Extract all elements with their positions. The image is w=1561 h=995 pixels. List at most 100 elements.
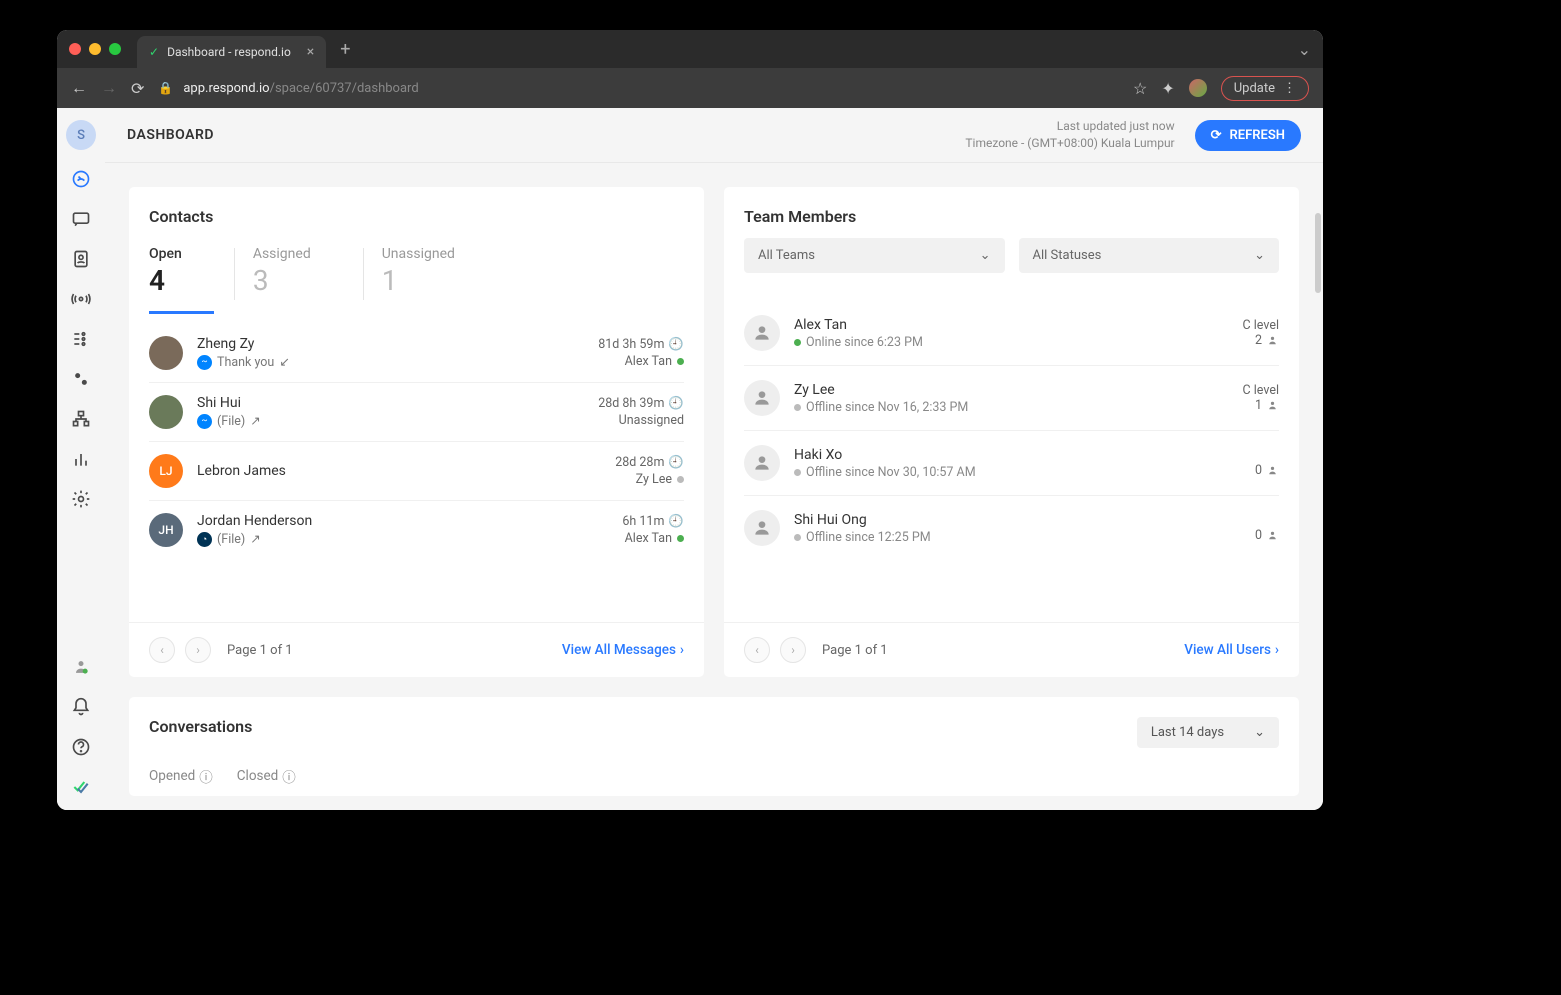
contact-time: 6h 11m🕘 xyxy=(622,514,684,529)
extensions-icon[interactable]: ✦ xyxy=(1161,79,1174,98)
member-row[interactable]: Haki Xo Offline since Nov 30, 10:57 AM 0 xyxy=(744,431,1279,496)
scrollbar[interactable] xyxy=(1315,213,1321,293)
view-all-users-link[interactable]: View All Users › xyxy=(1184,642,1279,658)
browser-update-button[interactable]: Update ⋮ xyxy=(1221,76,1309,101)
pager-next[interactable]: › xyxy=(185,637,211,663)
date-filter[interactable]: Last 14 days ⌄ xyxy=(1137,717,1279,748)
refresh-label: REFRESH xyxy=(1230,128,1285,143)
contact-assignee: Alex Tan xyxy=(622,531,684,546)
member-avatar xyxy=(744,445,780,481)
sidebar-item-org[interactable] xyxy=(70,408,92,430)
page-title: DASHBOARD xyxy=(127,127,214,143)
contacts-title: Contacts xyxy=(129,207,704,226)
sidebar-item-workflows[interactable] xyxy=(70,328,92,350)
team-filters: All Teams ⌄ All Statuses ⌄ xyxy=(724,238,1299,283)
nav-reload-icon[interactable]: ⟳ xyxy=(131,79,144,98)
sidebar-item-messages[interactable] xyxy=(70,208,92,230)
member-status: Offline since 12:25 PM xyxy=(794,530,1255,545)
member-row[interactable]: Alex Tan Online since 6:23 PM C level 2 xyxy=(744,301,1279,366)
contact-message: ~(File)↗ xyxy=(197,413,598,429)
contact-avatar: JH xyxy=(149,513,183,547)
tab-unassigned[interactable]: Unassigned 1 xyxy=(382,238,487,314)
contacts-pager: Page 1 of 1 xyxy=(227,643,293,658)
view-all-messages-link[interactable]: View All Messages › xyxy=(562,642,684,658)
sidebar: S xyxy=(57,108,105,810)
url-bar[interactable]: 🔒 app.respond.io/space/60737/dashboard xyxy=(158,81,1119,96)
sidebar-item-broadcast[interactable] xyxy=(70,288,92,310)
sidebar-item-notifications[interactable] xyxy=(70,696,92,718)
nav-forward-icon[interactable]: → xyxy=(101,78,117,98)
contact-row[interactable]: Shi Hui ~(File)↗ 28d 8h 39m🕘 Unassigned xyxy=(149,383,684,442)
main-content: DASHBOARD Last updated just now Timezone… xyxy=(105,108,1323,810)
nav-back-icon[interactable]: ← xyxy=(71,78,87,98)
status-dot xyxy=(794,404,801,411)
person-icon xyxy=(1266,464,1279,477)
pager-prev[interactable]: ‹ xyxy=(744,637,770,663)
window-minimize[interactable] xyxy=(89,43,101,55)
close-tab-icon[interactable]: × xyxy=(307,44,314,60)
team-pager: Page 1 of 1 xyxy=(822,643,888,658)
workspace-avatar[interactable]: S xyxy=(66,120,96,150)
conv-tab-opened[interactable]: Opened ⓘ xyxy=(149,766,213,786)
contact-row[interactable]: Zheng Zy ~Thank you↙ 81d 3h 59m🕘 Alex Ta… xyxy=(149,324,684,383)
conversations-title: Conversations xyxy=(149,717,252,736)
status-dot xyxy=(677,358,684,365)
chevron-down-icon: ⌄ xyxy=(980,248,991,263)
direction-icon: ↗ xyxy=(250,413,260,429)
contact-name: Jordan Henderson xyxy=(197,513,622,529)
sidebar-item-presence[interactable] xyxy=(70,656,92,678)
chevron-down-icon: ⌄ xyxy=(1254,725,1265,740)
member-count: 1 xyxy=(1243,398,1279,413)
contact-message: ◔(File)↗ xyxy=(197,531,622,547)
browser-tabbar: ✓ Dashboard - respond.io × + ⌄ xyxy=(57,30,1323,68)
app: S DASHBOARD xyxy=(57,108,1323,810)
pager-next[interactable]: › xyxy=(780,637,806,663)
profile-avatar[interactable] xyxy=(1189,79,1207,97)
filter-status[interactable]: All Statuses ⌄ xyxy=(1019,238,1280,273)
sidebar-item-contacts[interactable] xyxy=(70,248,92,270)
contact-name: Shi Hui xyxy=(197,395,598,411)
window-close[interactable] xyxy=(69,43,81,55)
contacts-tabs: Open 4 Assigned 3 Unassigned 1 xyxy=(129,238,704,314)
app-header: DASHBOARD Last updated just now Timezone… xyxy=(105,108,1323,163)
member-row[interactable]: Shi Hui Ong Offline since 12:25 PM 0 xyxy=(744,496,1279,560)
member-avatar xyxy=(744,315,780,351)
bookmark-icon[interactable]: ☆ xyxy=(1133,79,1147,98)
window-maximize[interactable] xyxy=(109,43,121,55)
member-row[interactable]: Zy Lee Offline since Nov 16, 2:33 PM C l… xyxy=(744,366,1279,431)
filter-team[interactable]: All Teams ⌄ xyxy=(744,238,1005,273)
status-dot xyxy=(677,476,684,483)
sidebar-item-brand[interactable] xyxy=(70,776,92,798)
tab-open[interactable]: Open 4 xyxy=(149,238,214,314)
person-icon xyxy=(1266,399,1279,412)
sidebar-item-dashboard[interactable] xyxy=(70,168,92,190)
pager-prev[interactable]: ‹ xyxy=(149,637,175,663)
sidebar-item-gear[interactable] xyxy=(70,488,92,510)
update-label: Update xyxy=(1234,81,1275,96)
status-dot xyxy=(677,535,684,542)
chevron-right-icon: › xyxy=(680,642,684,658)
refresh-button[interactable]: ⟳ REFRESH xyxy=(1195,120,1301,151)
browser-toolbar: ← → ⟳ 🔒 app.respond.io/space/60737/dashb… xyxy=(57,68,1323,108)
contact-name: Zheng Zy xyxy=(197,336,598,352)
url-host: app.respond.io xyxy=(183,81,269,96)
sidebar-item-settings[interactable] xyxy=(70,368,92,390)
member-name: Shi Hui Ong xyxy=(794,512,1255,528)
contact-row[interactable]: JH Jordan Henderson ◔(File)↗ 6h 11m🕘 Ale… xyxy=(149,501,684,559)
browser-tab[interactable]: ✓ Dashboard - respond.io × xyxy=(137,36,326,68)
chevron-right-icon: › xyxy=(1275,642,1279,658)
contacts-card: Contacts Open 4 Assigned 3 U xyxy=(129,187,704,677)
tabs-dropdown-icon[interactable]: ⌄ xyxy=(1298,40,1311,59)
conv-tab-closed[interactable]: Closed ⓘ xyxy=(237,766,296,786)
sidebar-item-help[interactable] xyxy=(70,736,92,758)
contact-row[interactable]: LJ Lebron James 28d 28m🕘 Zy Lee xyxy=(149,442,684,501)
new-tab-button[interactable]: + xyxy=(340,39,350,60)
contact-assignee: Zy Lee xyxy=(615,472,684,487)
sidebar-item-reports[interactable] xyxy=(70,448,92,470)
clock-icon: 🕘 xyxy=(668,337,684,352)
messenger-icon: ~ xyxy=(197,414,212,429)
tab-assigned[interactable]: Assigned 3 xyxy=(253,238,343,314)
contacts-footer: ‹ › Page 1 of 1 View All Messages › xyxy=(129,622,704,677)
member-avatar xyxy=(744,510,780,546)
member-list: Alex Tan Online since 6:23 PM C level 2 … xyxy=(724,283,1299,560)
